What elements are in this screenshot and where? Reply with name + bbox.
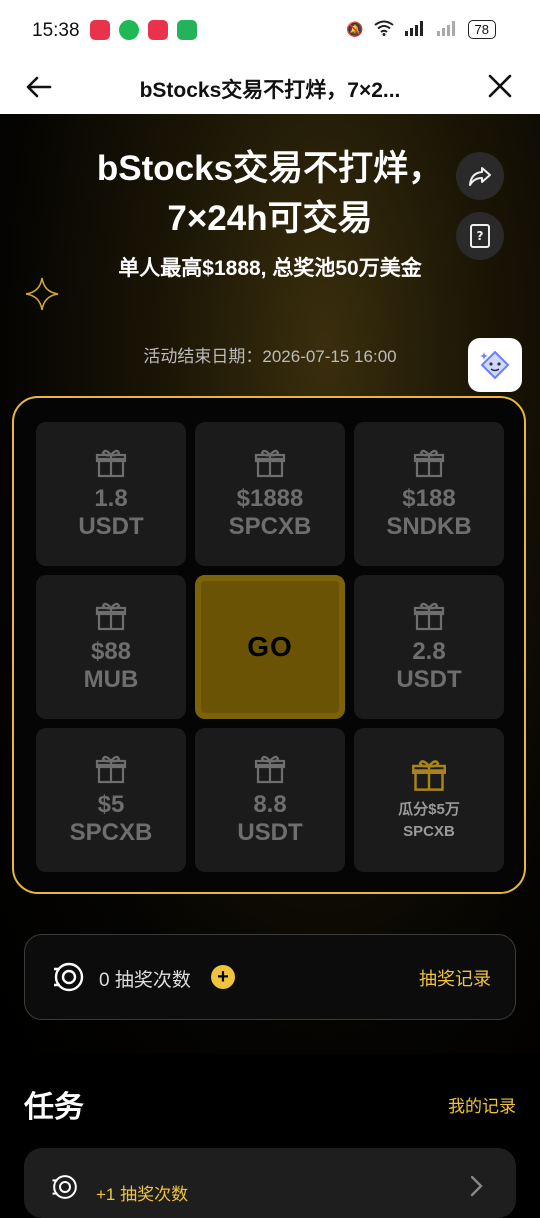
prize-cell: $88 MUB: [36, 575, 186, 719]
prize-cell: 2.8 USDT: [354, 575, 504, 719]
rules-button[interactable]: ?: [456, 212, 504, 260]
gift-icon: [254, 755, 286, 784]
signal-icon: [404, 20, 426, 39]
ai-assistant-icon: [480, 350, 510, 380]
nav-title: bStocks交易不打烊，7×2...: [139, 79, 401, 102]
prize-unit: SNDKB: [386, 513, 472, 540]
prize-unit: SPCXB: [403, 823, 455, 840]
prize-amount: 瓜分$5万: [398, 801, 460, 818]
task-item[interactable]: +1 抽奖次数: [24, 1148, 516, 1218]
task-label: +1 抽奖次数: [96, 1185, 189, 1204]
music-app-icon: [90, 20, 110, 40]
prize-cell: 8.8 USDT: [195, 728, 345, 872]
add-draw-button[interactable]: +: [211, 965, 235, 989]
nav-bar: bStocks交易不打烊，7×2...: [0, 62, 540, 114]
go-button[interactable]: GO: [195, 575, 345, 719]
prize-unit: SPCXB: [228, 513, 312, 540]
prize-cell: $5 SPCXB: [36, 728, 186, 872]
prize-amount: $88: [90, 638, 132, 665]
draw-count-box: 0 抽奖次数 + 抽奖记录: [24, 934, 516, 1020]
prize-unit: USDT: [78, 513, 144, 540]
gift-gold-icon: [412, 760, 446, 791]
system-icons: 🔕 78: [346, 20, 496, 39]
phone-app-icon: [177, 20, 197, 40]
prize-amount: $5: [97, 791, 125, 818]
status-bar: 15:38 🔕 78: [0, 0, 540, 62]
prize-amount: 8.8: [253, 791, 287, 818]
chevron-right-icon: [470, 1175, 483, 1197]
battery-indicator: 78: [467, 20, 496, 39]
hero-subtitle: 单人最高$1888, 总奖池50万美金: [118, 257, 422, 280]
prize-amount: 1.8: [94, 485, 128, 512]
notification-icons: [90, 20, 197, 40]
prize-amount: $188: [402, 485, 456, 512]
hero-section: bStocks交易不打烊，7×24h可交易 单人最高$1888, 总奖池50万美…: [0, 114, 540, 1054]
share-button[interactable]: [456, 152, 504, 200]
prize-cell: $1888 SPCXB: [195, 422, 345, 566]
ai-assistant-button[interactable]: [468, 338, 522, 392]
svg-text:?: ?: [477, 229, 484, 243]
video-app-icon: [148, 20, 168, 40]
hero-title: bStocks交易不打烊，7×24h可交易: [96, 149, 444, 238]
prize-cell-grand: 瓜分$5万 SPCXB: [354, 728, 504, 872]
gift-icon: [413, 602, 445, 631]
prize-unit: SPCXB: [69, 819, 153, 846]
lottery-ticket-icon: [54, 962, 84, 992]
lottery-ticket-icon: [52, 1175, 77, 1199]
sparkle-decoration-icon: [25, 277, 59, 311]
prize-cell: 1.8 USDT: [36, 422, 186, 566]
draw-record-link[interactable]: 抽奖记录: [419, 965, 491, 991]
gift-icon: [413, 449, 445, 478]
rules-book-icon: ?: [470, 224, 490, 248]
prize-cell: $188 SNDKB: [354, 422, 504, 566]
prize-amount: 2.8: [412, 638, 446, 665]
status-time: 15:38: [32, 20, 80, 41]
end-date: 活动结束日期：2026-07-15 16:00: [143, 347, 397, 366]
prize-unit: USDT: [237, 819, 303, 846]
draw-count: 0 抽奖次数: [99, 970, 191, 991]
mute-icon: 🔕: [346, 21, 364, 37]
lottery-board: 1.8 USDT $1888 SPCXB $188 SNDKB $88 MUB …: [12, 396, 526, 894]
share-icon: [469, 167, 491, 186]
prize-unit: USDT: [396, 666, 462, 693]
gift-icon: [95, 602, 127, 631]
wifi-icon: [373, 20, 394, 39]
spotify-app-icon: [119, 20, 139, 40]
my-record-link[interactable]: 我的记录: [448, 1092, 516, 1117]
gift-icon: [95, 755, 127, 784]
go-label: GO: [247, 631, 293, 662]
tasks-heading: 任务: [24, 1091, 84, 1124]
prize-amount: $1888: [236, 485, 304, 512]
gift-icon: [95, 449, 127, 478]
close-icon[interactable]: [486, 72, 514, 100]
signal-2-icon: [436, 20, 458, 39]
prize-unit: MUB: [83, 666, 139, 693]
gift-icon: [254, 449, 286, 478]
